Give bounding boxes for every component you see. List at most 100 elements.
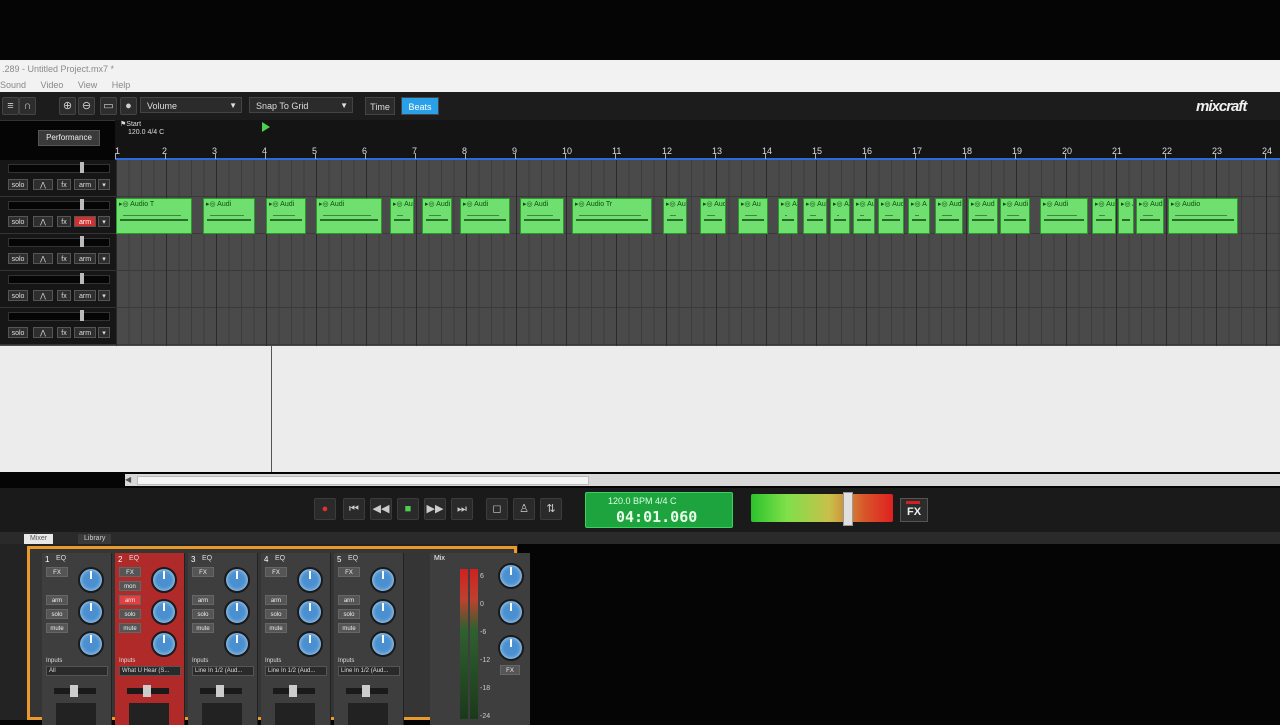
master-volume-slider[interactable] bbox=[751, 492, 893, 526]
strip-mute-button[interactable]: mute bbox=[338, 623, 360, 633]
audio-clip[interactable]: ▸◎ A bbox=[1118, 198, 1134, 234]
track-lane[interactable] bbox=[116, 308, 1280, 345]
volume-dropdown[interactable]: Volume ▼ bbox=[140, 97, 242, 113]
master-fx-button[interactable]: FX bbox=[500, 665, 520, 675]
track-header[interactable]: solo ⋀ fx arm ▾ bbox=[0, 160, 116, 197]
eq-mid-knob[interactable] bbox=[297, 599, 323, 625]
master-strip[interactable]: Mix FX 6 0 -6 -12 -18 -24 bbox=[430, 553, 530, 725]
master-knob[interactable] bbox=[498, 635, 524, 661]
scroll-left-icon[interactable]: ◀ bbox=[125, 474, 135, 486]
mixer-strip[interactable]: 2 EQ FX mon arm solo mute Inputs What U Hear (S.… bbox=[115, 553, 185, 725]
strip-arm-button[interactable]: arm bbox=[265, 595, 287, 605]
zoom-out-icon[interactable]: ⊖ bbox=[78, 97, 95, 115]
audio-clip[interactable]: ▸◎ Audi bbox=[422, 198, 452, 234]
track-volume-fader[interactable] bbox=[8, 238, 110, 247]
audio-clip[interactable]: ▸◎ Aud bbox=[663, 198, 687, 234]
eq-low-knob[interactable] bbox=[297, 631, 323, 657]
time-toggle[interactable]: Time bbox=[365, 97, 395, 115]
audio-clip[interactable]: ▸◎ Audi bbox=[266, 198, 306, 234]
track-header[interactable]: solo ⋀ fx arm ▾ bbox=[0, 308, 116, 345]
track-lane[interactable] bbox=[116, 234, 1280, 271]
strip-inputs[interactable]: Inputs What U Hear (S... bbox=[119, 658, 181, 678]
strip-input-select[interactable]: All bbox=[46, 666, 108, 676]
snap-dropdown[interactable]: Snap To Grid ▼ bbox=[249, 97, 353, 113]
audio-clip[interactable]: ▸◎ Audi bbox=[203, 198, 255, 234]
menu-view[interactable]: View bbox=[78, 80, 97, 90]
time-display[interactable]: 120.0 BPM 4/4 C 04:01.060 bbox=[585, 492, 733, 528]
go-to-start-button[interactable]: ⏮ bbox=[343, 498, 365, 520]
audio-clip[interactable]: ▸◎ Au bbox=[803, 198, 827, 234]
fx-button[interactable]: fx bbox=[57, 290, 71, 301]
strip-mon-button[interactable]: mon bbox=[119, 581, 141, 591]
strip-solo-button[interactable]: solo bbox=[192, 609, 214, 619]
track-volume-fader[interactable] bbox=[8, 164, 110, 173]
audio-clip[interactable]: ▸◎ A bbox=[830, 198, 850, 234]
eq-high-knob[interactable] bbox=[224, 567, 250, 593]
strip-FX-button[interactable]: FX bbox=[46, 567, 68, 577]
audio-clip[interactable]: ▸◎ Au bbox=[853, 198, 875, 234]
solo-button[interactable]: solo bbox=[8, 327, 28, 338]
strip-arm-button[interactable]: arm bbox=[192, 595, 214, 605]
strip-pan-slider[interactable] bbox=[127, 685, 169, 697]
track-lane[interactable] bbox=[116, 160, 1280, 197]
strip-FX-button[interactable]: FX bbox=[119, 567, 141, 577]
audio-clip[interactable]: ▸◎ Audio bbox=[1168, 198, 1238, 234]
fx-button[interactable]: fx bbox=[57, 327, 71, 338]
eq-mid-knob[interactable] bbox=[78, 599, 104, 625]
track-volume-fader[interactable] bbox=[8, 201, 110, 210]
automation-icon[interactable]: ⋀ bbox=[33, 253, 53, 264]
playhead-icon[interactable] bbox=[262, 122, 270, 132]
strip-mute-button[interactable]: mute bbox=[265, 623, 287, 633]
audio-clip[interactable]: ▸◎ A bbox=[908, 198, 930, 234]
track-menu-icon[interactable]: ▾ bbox=[98, 216, 110, 227]
loop-icon[interactable]: ≡ bbox=[2, 97, 19, 115]
eq-high-knob[interactable] bbox=[370, 567, 396, 593]
solo-button[interactable]: solo bbox=[8, 179, 28, 190]
strip-mute-button[interactable]: mute bbox=[192, 623, 214, 633]
scroll-thumb[interactable] bbox=[137, 476, 589, 485]
audio-clip[interactable]: ▸◎ Audio T bbox=[116, 198, 192, 234]
eq-low-knob[interactable] bbox=[370, 631, 396, 657]
automation-icon[interactable]: ⋀ bbox=[33, 290, 53, 301]
audio-clip[interactable]: ▸◎ Audi bbox=[1000, 198, 1030, 234]
tab-mixer[interactable]: Mixer bbox=[24, 534, 54, 544]
headphones-icon[interactable]: ∩ bbox=[19, 97, 36, 115]
track-menu-icon[interactable]: ▾ bbox=[98, 179, 110, 190]
audio-clip[interactable]: ▸◎ Aud bbox=[1136, 198, 1164, 234]
go-to-end-button[interactable]: ⏭ bbox=[451, 498, 473, 520]
fx-button[interactable]: fx bbox=[57, 253, 71, 264]
strip-mute-button[interactable]: mute bbox=[119, 623, 141, 633]
track-volume-knob[interactable] bbox=[80, 273, 84, 284]
timeline-ruler[interactable]: 1 2 3 4 5 6 7 8 9 10 11 12 13 14 15 16 17 18 19 20 21 22 23 24 bbox=[115, 120, 1280, 161]
strip-arm-button[interactable]: arm bbox=[119, 595, 141, 605]
stop-button[interactable]: ■ bbox=[397, 498, 419, 520]
solo-button[interactable]: solo bbox=[8, 290, 28, 301]
audio-clip[interactable]: ▸◎ Audi bbox=[460, 198, 510, 234]
track-header[interactable]: solo ⋀ fx arm ▾ bbox=[0, 234, 116, 271]
strip-inputs[interactable]: Inputs All bbox=[46, 658, 108, 678]
eq-low-knob[interactable] bbox=[224, 631, 250, 657]
strip-FX-button[interactable]: FX bbox=[192, 567, 214, 577]
track-volume-fader[interactable] bbox=[8, 275, 110, 284]
master-fx-button[interactable]: FX bbox=[900, 498, 928, 522]
eq-low-knob[interactable] bbox=[151, 631, 177, 657]
eq-mid-knob[interactable] bbox=[224, 599, 250, 625]
solo-button[interactable]: solo bbox=[8, 253, 28, 264]
strip-pan-slider[interactable] bbox=[273, 685, 315, 697]
eq-mid-knob[interactable] bbox=[151, 599, 177, 625]
strip-pan-slider[interactable] bbox=[346, 685, 388, 697]
strip-inputs[interactable]: Inputs Line In 1/2 (Aud... bbox=[338, 658, 400, 678]
track-header[interactable]: solo ⋀ fx arm ▾ bbox=[0, 197, 116, 234]
arm-button[interactable]: arm bbox=[74, 290, 96, 301]
track-menu-icon[interactable]: ▾ bbox=[98, 327, 110, 338]
mixer-strip[interactable]: 1 EQ FX arm solo mute Inputs All bbox=[42, 553, 112, 725]
audio-clip[interactable]: ▸◎ Au bbox=[1092, 198, 1116, 234]
mixer-strip[interactable]: 3 EQ FX arm solo mute Inputs Line In 1/2 (Aud..… bbox=[188, 553, 258, 725]
strip-solo-button[interactable]: solo bbox=[265, 609, 287, 619]
track-header[interactable]: solo ⋀ fx arm ▾ bbox=[0, 271, 116, 308]
strip-FX-button[interactable]: FX bbox=[265, 567, 287, 577]
master-volume-knob[interactable] bbox=[843, 492, 853, 526]
arm-button[interactable]: arm bbox=[74, 179, 96, 190]
fx-button[interactable]: fx bbox=[57, 216, 71, 227]
strip-pan-slider[interactable] bbox=[200, 685, 242, 697]
